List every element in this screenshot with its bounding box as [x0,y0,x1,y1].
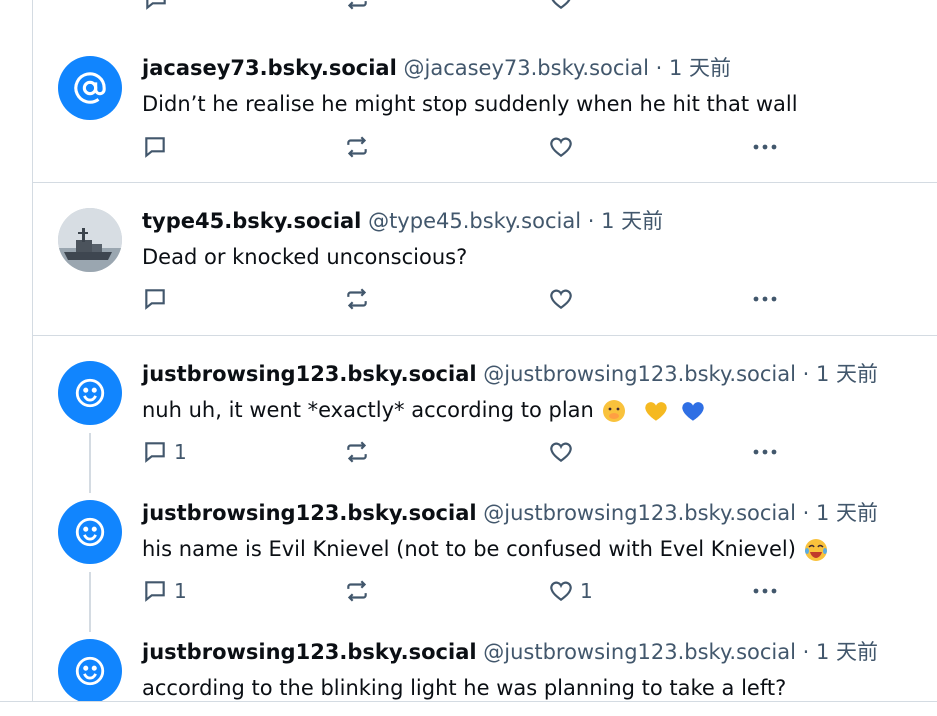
repost-icon [347,136,367,158]
reply-count: 1 [174,579,187,603]
repost-button[interactable] [344,437,370,467]
timestamp[interactable]: · 1 天前 [803,640,878,664]
timestamp[interactable]: · 1 天前 [803,362,878,386]
display-name[interactable]: type45.bsky.social [142,209,361,233]
avatar[interactable] [58,208,122,272]
reply-button[interactable] [142,132,174,162]
post-text: Dead or knocked unconscious? [142,245,468,269]
post-card[interactable]: justbrowsing123.bsky.social @justbrowsin… [33,336,937,475]
reply-icon [145,581,165,602]
repost-icon [347,1,367,10]
post-header: jacasey73.bsky.social @jacasey73.bsky.so… [142,55,927,81]
more-options-button[interactable] [751,284,779,314]
reply-button[interactable]: 1 [142,437,187,467]
face-with-tears-of-joy-emoji-icon [804,539,827,561]
reply-button[interactable]: 1 [142,576,187,606]
repost-button[interactable] [344,0,370,14]
repost-icon [347,441,367,463]
heart-icon [550,581,572,601]
post-header: justbrowsing123.bsky.social @justbrowsin… [142,500,927,526]
post-actions: 1 1 [33,576,937,606]
handle[interactable]: @justbrowsing123.bsky.social [483,362,796,386]
repost-icon [347,580,367,602]
post-card[interactable]: jacasey73.bsky.social @jacasey73.bsky.so… [33,30,937,183]
warship-photo-icon [58,208,122,272]
timestamp[interactable]: · 1 天前 [588,209,663,233]
post-actions [33,132,937,162]
handle[interactable]: @justbrowsing123.bsky.social [483,640,796,664]
reply-icon [145,442,165,463]
heart-icon [550,442,572,462]
reply-button[interactable] [142,284,174,314]
ellipsis-icon [753,144,777,150]
post-header: type45.bsky.social @type45.bsky.social ·… [142,208,927,234]
post-text: nuh uh, it went *exactly* according to p… [142,397,927,424]
post-header: justbrowsing123.bsky.social @justbrowsin… [142,361,927,387]
post-actions: 1 [33,437,937,467]
repost-button[interactable] [344,576,370,606]
like-button[interactable] [548,284,580,314]
smiley-icon [75,517,105,547]
like-button[interactable]: 1 [548,576,593,606]
ellipsis-icon [753,588,777,594]
post-card[interactable]: justbrowsing123.bsky.social @justbrowsin… [33,475,937,614]
previous-post-actions [0,0,937,14]
bottom-bar [0,702,937,716]
at-sign-icon [74,72,106,104]
avatar[interactable] [58,639,122,703]
repost-icon [347,288,367,310]
blue-heart-emoji-icon [682,402,704,421]
like-button[interactable] [548,0,574,14]
handle[interactable]: @jacasey73.bsky.social [404,56,649,80]
like-count: 1 [580,579,593,603]
post-text-body: his name is Evil Knievel (not to be conf… [142,537,796,561]
post-text-body: nuh uh, it went *exactly* according to p… [142,398,594,422]
more-options-button[interactable] [751,576,779,606]
face-with-hand-over-mouth-emoji-icon [602,400,625,422]
like-button[interactable] [548,132,580,162]
reply-icon [146,0,166,10]
avatar[interactable] [58,500,122,564]
display-name[interactable]: jacasey73.bsky.social [142,56,397,80]
timestamp[interactable]: · 1 天前 [656,56,731,80]
avatar[interactable] [58,361,122,425]
handle[interactable]: @type45.bsky.social [368,209,581,233]
post-text: his name is Evil Knievel (not to be conf… [142,536,927,563]
display-name[interactable]: justbrowsing123.bsky.social [142,640,477,664]
smiley-icon [75,656,105,686]
post-header: justbrowsing123.bsky.social @justbrowsin… [142,639,927,665]
smiley-icon [75,378,105,408]
reply-icon [145,289,165,310]
repost-button[interactable] [344,284,370,314]
post-actions [33,284,937,314]
like-button[interactable] [548,437,580,467]
post-card[interactable]: type45.bsky.social @type45.bsky.social ·… [33,183,937,336]
avatar[interactable] [58,56,122,120]
post-text: according to the blinking light he was p… [142,676,787,700]
heart-icon [551,0,571,9]
reply-button[interactable] [143,0,169,14]
more-options-button[interactable] [751,132,779,162]
display-name[interactable]: justbrowsing123.bsky.social [142,501,477,525]
heart-icon [550,289,572,309]
handle[interactable]: @justbrowsing123.bsky.social [483,501,796,525]
timestamp[interactable]: · 1 天前 [803,501,878,525]
reply-count: 1 [174,440,187,464]
reply-icon [145,137,165,158]
yellow-heart-emoji-icon [645,402,667,421]
post-text: Didn’t he realise he might stop suddenly… [142,92,798,116]
heart-icon [550,137,572,157]
display-name[interactable]: justbrowsing123.bsky.social [142,362,477,386]
ellipsis-icon [753,296,777,302]
ellipsis-icon [753,449,777,455]
more-options-button[interactable] [751,437,779,467]
repost-button[interactable] [344,132,370,162]
